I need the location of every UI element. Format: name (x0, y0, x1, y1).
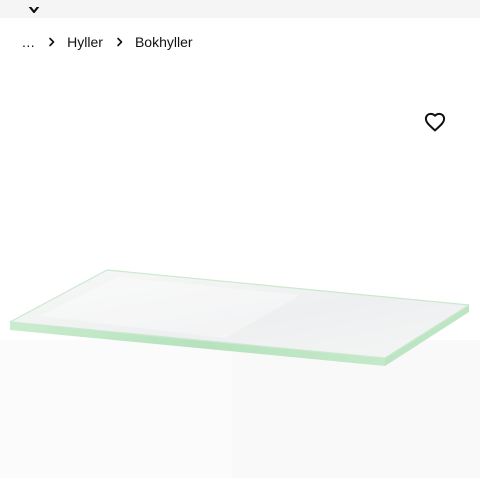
chevron-right-icon (47, 37, 57, 47)
breadcrumb-link-hyller[interactable]: Hyller (67, 34, 103, 50)
product-image-glass-shelf[interactable] (0, 70, 480, 480)
chevron-down-icon[interactable] (28, 0, 40, 14)
top-bar (0, 0, 480, 18)
breadcrumb-current-bokhyller[interactable]: Bokhyller (135, 34, 193, 50)
breadcrumb: ... Hyller Bokhyller (22, 32, 193, 52)
breadcrumb-ellipsis-link[interactable]: ... (22, 34, 35, 50)
chevron-right-icon (115, 37, 125, 47)
